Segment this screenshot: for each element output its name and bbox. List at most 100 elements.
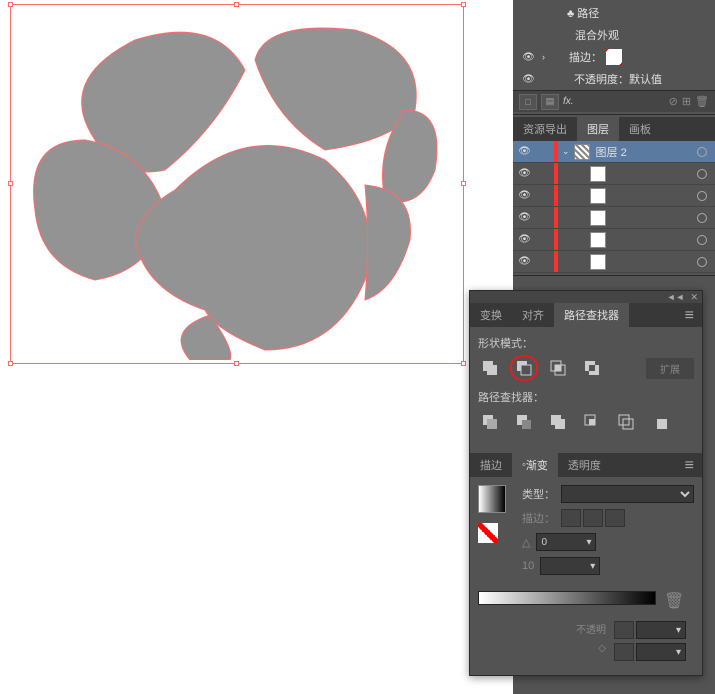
visibility-icon[interactable]: 👁 <box>517 232 532 247</box>
target-icon[interactable] <box>697 213 707 223</box>
resize-handle-ne[interactable] <box>461 2 466 7</box>
layer-thumbnail[interactable] <box>590 254 606 270</box>
resize-handle-s[interactable] <box>234 361 239 366</box>
footer-icon-2[interactable]: ▤ <box>541 94 559 110</box>
gradient-type-select[interactable] <box>561 485 694 503</box>
angle-input[interactable]: 0▾ <box>536 533 596 551</box>
layer-row-sublayer[interactable]: 👁 <box>513 229 715 251</box>
no-icon[interactable]: ⊘ <box>669 95 678 108</box>
layer-row-sublayer[interactable]: 👁 <box>513 185 715 207</box>
layer-row-sublayer[interactable]: 👁 <box>513 251 715 273</box>
stroke-within-button[interactable] <box>561 509 581 527</box>
visibility-icon[interactable]: 👁 <box>517 166 532 181</box>
layer-color-bar <box>554 141 558 162</box>
artwork-shape[interactable] <box>15 10 455 360</box>
tab-layers[interactable]: 图层 <box>577 117 619 141</box>
gradient-preview[interactable] <box>478 485 506 513</box>
minus-front-button[interactable] <box>512 357 536 379</box>
visibility-icon[interactable]: 👁 <box>517 144 532 159</box>
minus-back-button[interactable] <box>648 411 672 433</box>
close-icon[interactable]: ✕ <box>690 292 698 303</box>
visibility-icon[interactable]: 👁 <box>521 72 536 87</box>
chevron-down-icon[interactable]: ⌄ <box>562 146 570 157</box>
stroke-across-button[interactable] <box>605 509 625 527</box>
resize-handle-n[interactable] <box>234 2 239 7</box>
layer-row-sublayer[interactable]: 👁 <box>513 207 715 229</box>
layer-thumbnail[interactable] <box>590 232 606 248</box>
visibility-icon[interactable]: 👁 <box>521 50 536 65</box>
visibility-icon[interactable]: 👁 <box>517 210 532 225</box>
trash-icon[interactable]: 🗑 <box>664 591 678 605</box>
appearance-row-blend[interactable]: 混合外观 <box>513 24 715 46</box>
layer-color-bar <box>554 185 558 206</box>
exclude-button[interactable] <box>580 357 604 379</box>
gradient-slider[interactable] <box>478 591 656 605</box>
tab-stroke[interactable]: 描边 <box>470 453 512 477</box>
reverse-gradient-button[interactable] <box>478 523 498 543</box>
tab-gradient[interactable]: ◦ 渐变 <box>512 453 558 477</box>
location-btn[interactable] <box>614 643 634 661</box>
trash-icon[interactable]: 🗑 <box>695 95 709 108</box>
stroke-swatch[interactable] <box>606 49 622 65</box>
opacity-value: 默认值 <box>629 74 662 86</box>
resize-handle-se[interactable] <box>461 361 466 366</box>
location-value-input[interactable]: ▾ <box>636 643 686 661</box>
collapse-icon[interactable]: ◄◄ <box>667 292 685 302</box>
appearance-footer: □ ▤ fx. ⊘ ⊞ 🗑 <box>513 90 715 112</box>
panel-title-bar[interactable]: ◄◄ ✕ <box>470 291 702 303</box>
resize-handle-nw[interactable] <box>8 2 13 7</box>
resize-handle-sw[interactable] <box>8 361 13 366</box>
outline-button[interactable] <box>614 411 638 433</box>
opacity-btn[interactable] <box>614 621 634 639</box>
resize-handle-w[interactable] <box>8 181 13 186</box>
unite-button[interactable] <box>478 357 502 379</box>
tab-artboards[interactable]: 画板 <box>619 117 661 141</box>
layer-row-layer2[interactable]: 👁 ⌄ 图层 2 <box>513 141 715 163</box>
type-label: 类型： <box>522 486 555 502</box>
crop-button[interactable] <box>580 411 604 433</box>
layer-thumbnail[interactable] <box>590 188 606 204</box>
footer-icon-1[interactable]: □ <box>519 94 537 110</box>
layer-color-bar <box>554 229 558 250</box>
tab-transparency[interactable]: 透明度 <box>558 453 611 477</box>
ratio-input[interactable]: ▾ <box>540 557 600 575</box>
target-icon[interactable] <box>697 191 707 201</box>
tab-pathfinder[interactable]: 路径查找器 <box>554 303 629 327</box>
tab-export[interactable]: 资源导出 <box>513 117 577 141</box>
layer-color-bar <box>554 163 558 184</box>
duplicate-icon[interactable]: ⊞ <box>682 95 691 108</box>
ratio-symbol: 10 <box>522 560 534 572</box>
tab-transform[interactable]: 变换 <box>470 303 512 327</box>
chevron-icon[interactable]: › <box>542 52 545 62</box>
angle-symbol: △ <box>522 536 530 549</box>
resize-handle-e[interactable] <box>461 181 466 186</box>
floating-panel[interactable]: ◄◄ ✕ 变换 对齐 路径查找器 ≡ 形状模式： 扩展 路径查找器： <box>469 290 703 676</box>
layer-thumbnail[interactable] <box>590 166 606 182</box>
layers-tabs: 资源导出 图层 画板 <box>513 117 715 141</box>
layer-row-sublayer[interactable]: 👁 <box>513 163 715 185</box>
appearance-row-opacity[interactable]: 👁 不透明度：默认值 <box>513 68 715 90</box>
visibility-icon[interactable]: 👁 <box>517 188 532 203</box>
canvas[interactable] <box>0 0 513 694</box>
menu-icon[interactable]: ≡ <box>677 303 702 327</box>
stroke-along-button[interactable] <box>583 509 603 527</box>
visibility-icon[interactable]: 👁 <box>517 254 532 269</box>
appearance-row-path[interactable]: ♣ 路径 <box>513 2 715 24</box>
target-icon[interactable] <box>697 147 707 157</box>
intersect-button[interactable] <box>546 357 570 379</box>
divide-button[interactable] <box>478 411 502 433</box>
trim-button[interactable] <box>512 411 536 433</box>
appearance-row-stroke[interactable]: 👁 › 描边： <box>513 46 715 68</box>
opacity-value-input[interactable]: ▾ <box>636 621 686 639</box>
expand-button[interactable]: 扩展 <box>646 358 694 379</box>
layer-thumbnail[interactable] <box>574 144 590 160</box>
merge-button[interactable] <box>546 411 570 433</box>
target-icon[interactable] <box>697 235 707 245</box>
target-icon[interactable] <box>697 169 707 179</box>
menu-icon[interactable]: ≡ <box>677 453 702 477</box>
layer-color-bar <box>554 207 558 228</box>
fx-label[interactable]: fx. <box>563 96 574 107</box>
tab-align[interactable]: 对齐 <box>512 303 554 327</box>
target-icon[interactable] <box>697 257 707 267</box>
layer-thumbnail[interactable] <box>590 210 606 226</box>
